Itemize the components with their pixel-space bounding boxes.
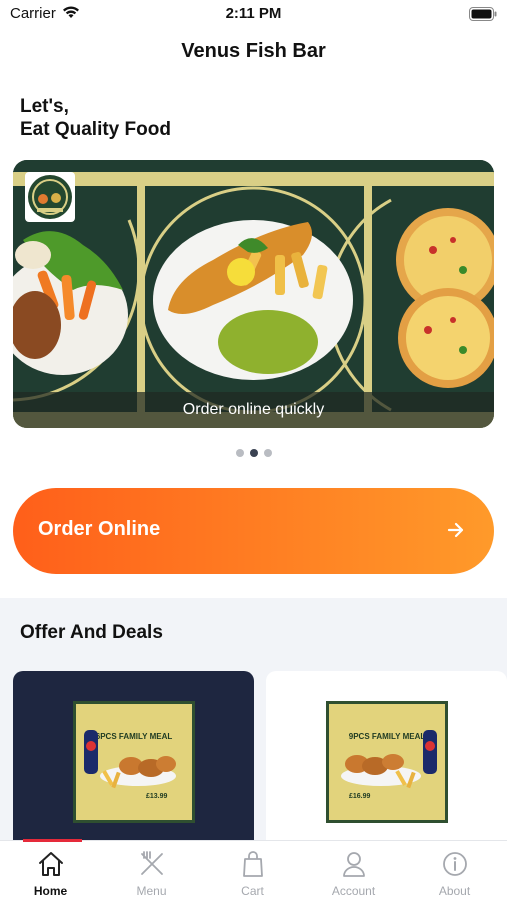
battery-icon	[469, 7, 497, 26]
pager-dot-3[interactable]	[263, 449, 272, 457]
deal-poster-image: 9PCS FAMILY MEAL £16.99	[326, 701, 448, 823]
bottom-tab-bar: Home Menu Cart Account About	[0, 839, 507, 900]
page-title: Venus Fish Bar	[181, 40, 326, 62]
status-time: 2:11 PM	[225, 5, 282, 22]
offers-heading: Offer And Deals	[20, 622, 163, 643]
tab-cart[interactable]: Cart	[202, 841, 303, 900]
order-online-label: Order Online	[38, 518, 161, 540]
restaurant-logo	[25, 172, 75, 222]
carousel-pager[interactable]	[0, 444, 507, 462]
tab-label: Account	[331, 884, 376, 898]
shopping-bag-icon	[243, 851, 263, 877]
arrow-right-icon	[446, 520, 466, 545]
pager-dot-2[interactable]	[249, 449, 258, 457]
deal-card[interactable]: 9PCS FAMILY MEAL £16.99	[266, 671, 507, 846]
meal-illustration	[341, 730, 437, 789]
banner-caption: Order online quickly	[13, 392, 494, 428]
greeting-line-1: Let's,	[20, 96, 69, 117]
person-icon	[343, 852, 365, 877]
meal-illustration	[84, 730, 176, 789]
tab-home[interactable]: Home	[0, 841, 101, 900]
tab-label: Cart	[241, 884, 264, 898]
deal-price: £13.99	[146, 793, 168, 800]
deal-card[interactable]: 6PCS FAMILY MEAL £13.99	[13, 671, 254, 846]
tab-about[interactable]: About	[404, 841, 505, 900]
home-icon	[39, 852, 63, 876]
tab-label: Menu	[136, 884, 167, 898]
pager-dot-1[interactable]	[235, 449, 244, 457]
banner-food-image	[13, 160, 494, 428]
greeting-line-2: Eat Quality Food	[20, 119, 171, 140]
status-bar: Carrier 2:11 PM	[0, 0, 507, 30]
greeting-heading: Let's, Eat Quality Food	[20, 95, 171, 141]
tab-label: Home	[33, 884, 68, 898]
tab-menu[interactable]: Menu	[101, 841, 202, 900]
promo-banner[interactable]: Order online quickly	[13, 160, 494, 428]
fork-knife-icon	[141, 851, 163, 875]
info-icon	[443, 852, 467, 876]
order-online-button[interactable]: Order Online	[13, 488, 494, 574]
deal-poster-image: 6PCS FAMILY MEAL £13.99	[73, 701, 195, 823]
tab-account[interactable]: Account	[303, 841, 404, 900]
tab-label: About	[438, 884, 471, 898]
deal-price: £16.99	[349, 793, 371, 800]
